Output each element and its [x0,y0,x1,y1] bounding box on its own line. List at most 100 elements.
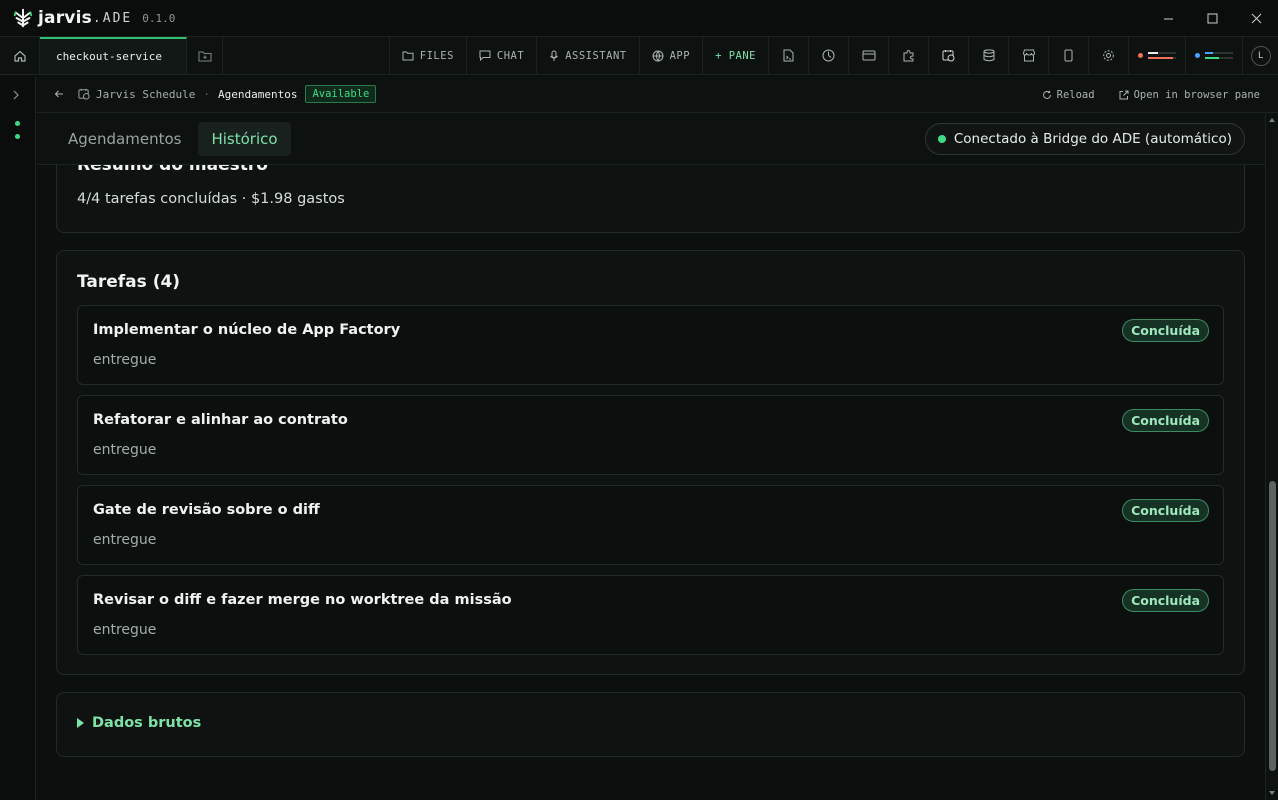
gear-icon [1103,50,1114,61]
breadcrumb-current: Agendamentos [217,87,298,101]
back-arrow-icon[interactable] [54,89,64,99]
task-subtitle: entregue [93,352,157,368]
breadcrumb-app[interactable]: Jarvis Schedule [78,88,195,101]
meter-1-dot [1138,53,1143,58]
bridge-status: Conectado à Bridge do ADE (automático) [924,123,1245,155]
meter-1-bar-1 [1148,52,1176,54]
minimize-button[interactable] [1146,0,1190,37]
task-subtitle: entregue [93,532,157,548]
reload-icon [1042,90,1051,99]
document-button[interactable] [768,37,808,74]
close-window-button[interactable] [1234,0,1278,37]
meter-2-dot [1195,53,1200,58]
resource-meter-2[interactable] [1185,37,1242,74]
tab-historico[interactable]: Histórico [198,121,291,156]
mobile-button[interactable] [1048,37,1088,74]
app-suffix-text: ADE [102,10,133,26]
maximize-button[interactable] [1190,0,1234,37]
status-dot-1 [15,121,20,126]
settings-button[interactable] [1088,37,1128,74]
task-item[interactable]: Gate de revisão sobre o diff entregue Co… [77,485,1224,565]
task-item[interactable]: Implementar o núcleo de App Factory entr… [77,305,1224,385]
dashboard-button[interactable] [808,37,848,74]
external-link-icon [1119,90,1129,99]
tasks-card: Tarefas (4) Implementar o núcleo de App … [56,250,1245,675]
disclosure-triangle-icon [77,718,84,728]
open-folder-button[interactable] [187,37,223,74]
meter-2-bar-1 [1205,52,1233,54]
document-icon [783,49,794,62]
bridge-status-label: Conectado à Bridge do ADE (automático) [953,131,1232,147]
history-content: Resumo do maestro 4/4 tarefas concluídas… [37,165,1265,800]
task-status-badge: Concluída [1122,319,1209,342]
tasks-title: Tarefas (4) [77,272,181,292]
task-subtitle: entregue [93,442,157,458]
left-rail [0,76,36,800]
main-toolbar: checkout-service FILES CHAT ASSISTANT AP… [0,37,1278,75]
open-browser-pane-button[interactable]: Open in browser pane [1119,89,1260,101]
store-icon [1022,49,1035,62]
raw-data-toggle[interactable]: Dados brutos [77,715,201,731]
expand-sidebar-icon[interactable] [12,90,20,100]
calendar-clock-icon [942,50,955,62]
calendar-clock-icon [78,88,90,100]
assistant-button[interactable]: ASSISTANT [536,37,638,74]
bridge-connected-dot [937,135,946,143]
breadcrumb-app-label: Jarvis Schedule [96,87,196,101]
home-button[interactable] [0,37,40,74]
open-browser-label: Open in browser pane [1133,88,1260,101]
meter-2-bar-2 [1205,57,1233,59]
status-badge: Available [305,85,377,103]
folder-plus-icon [198,51,211,61]
summary-card: Resumo do maestro 4/4 tarefas concluídas… [56,165,1245,233]
view-tabs: Agendamentos Histórico Conectado à Bridg… [37,113,1265,165]
raw-data-label: Dados brutos [92,715,202,731]
task-title: Refatorar e alinhar ao contrato [93,412,348,428]
store-button[interactable] [1008,37,1048,74]
summary-text: 4/4 tarefas concluídas · $1.98 gastos [77,191,345,207]
app-logo: jarvis .ADE 0.1.0 [12,7,175,29]
task-title: Gate de revisão sobre o diff [93,502,320,518]
task-title: Implementar o núcleo de App Factory [93,322,401,338]
app-version: 0.1.0 [142,11,176,25]
task-item[interactable]: Revisar o diff e fazer merge no worktree… [77,575,1224,655]
task-status-badge: Concluída [1122,499,1209,522]
scroll-up-arrow-icon[interactable] [1269,118,1275,122]
smartphone-icon [1064,49,1073,62]
task-item[interactable]: Refatorar e alinhar ao contrato entregue… [77,395,1224,475]
scroll-down-arrow-icon[interactable] [1269,791,1275,795]
resource-meter-1[interactable] [1128,37,1185,74]
tab-agendamentos[interactable]: Agendamentos [55,122,194,156]
database-button[interactable] [968,37,1008,74]
app-suffix: .ADE [92,10,133,26]
scrollbar[interactable] [1265,113,1278,800]
meter-1-bar-2 [1148,57,1176,59]
status-dot-2 [15,134,20,139]
summary-title: Resumo do maestro [77,165,268,175]
breadcrumb: Jarvis Schedule · Agendamentos Available… [37,76,1278,113]
chat-label: CHAT [496,49,525,62]
card-button[interactable] [848,37,888,74]
chat-icon [479,50,491,61]
globe-icon [652,50,664,62]
jarvis-logo-icon [13,8,33,28]
chat-button[interactable]: CHAT [465,37,536,74]
files-label: FILES [419,49,454,62]
files-button[interactable]: FILES [388,37,466,74]
reload-button[interactable]: Reload [1042,89,1095,101]
task-title: Revisar o diff e fazer merge no worktree… [93,592,512,608]
user-menu-button[interactable]: L [1242,37,1278,74]
reload-label: Reload [1056,88,1095,101]
plugins-button[interactable] [888,37,928,74]
avatar: L [1250,45,1271,66]
scrollbar-thumb[interactable] [1269,481,1276,771]
close-icon [1251,13,1261,24]
folder-icon [402,51,414,60]
tab-checkout-service[interactable]: checkout-service [40,37,187,74]
assistant-label: ASSISTANT [565,49,627,62]
app-button[interactable]: APP [638,37,702,74]
app-name: jarvis [38,8,92,28]
schedule-button[interactable] [928,37,968,74]
gauge-icon [822,49,835,62]
add-pane-button[interactable]: + PANE [702,37,768,74]
